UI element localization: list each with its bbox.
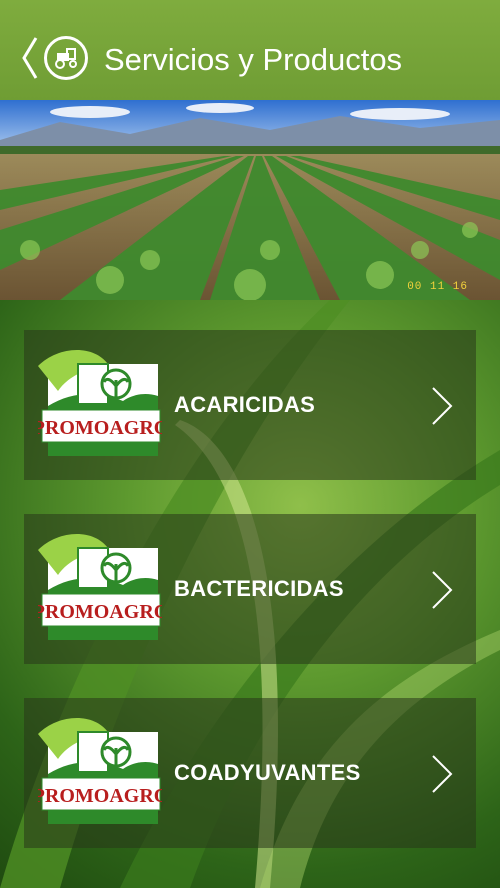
promoagro-logo: PROMOAGRO [38,717,162,824]
tractor-icon [55,48,77,69]
logo-text: PROMOAGRO [38,601,162,623]
list-item-bactericidas[interactable]: PROMOAGRO BACTERICIDAS [24,514,476,664]
promoagro-logo: PROMOAGRO [38,349,162,456]
promoagro-logo: PROMOAGRO [38,533,162,640]
logo-text: PROMOAGRO [38,785,162,807]
app-icon-button[interactable] [44,36,88,80]
top-app-bar: Servicios y Productos [0,0,500,100]
chevron-right-icon [432,571,453,609]
chevron-right-icon [432,755,453,793]
chevron-right-icon [432,387,453,425]
field-banner-image: 00 11 16 [0,100,500,300]
page-title: Servicios y Productos [104,42,403,77]
list-item-acaricidas[interactable]: PROMOAGRO ACARICIDAS [24,330,476,480]
photo-date-stamp: 00 11 16 [407,281,468,293]
logo-text: PROMOAGRO [38,417,162,439]
list-item-label: ACARICIDAS [174,392,316,417]
list-item-label: COADYUVANTES [174,760,361,785]
list-item-label: BACTERICIDAS [174,576,344,601]
list-item-coadyuvantes[interactable]: PROMOAGRO COADYUVANTES [24,698,476,848]
chevron-left-icon[interactable] [22,36,38,80]
